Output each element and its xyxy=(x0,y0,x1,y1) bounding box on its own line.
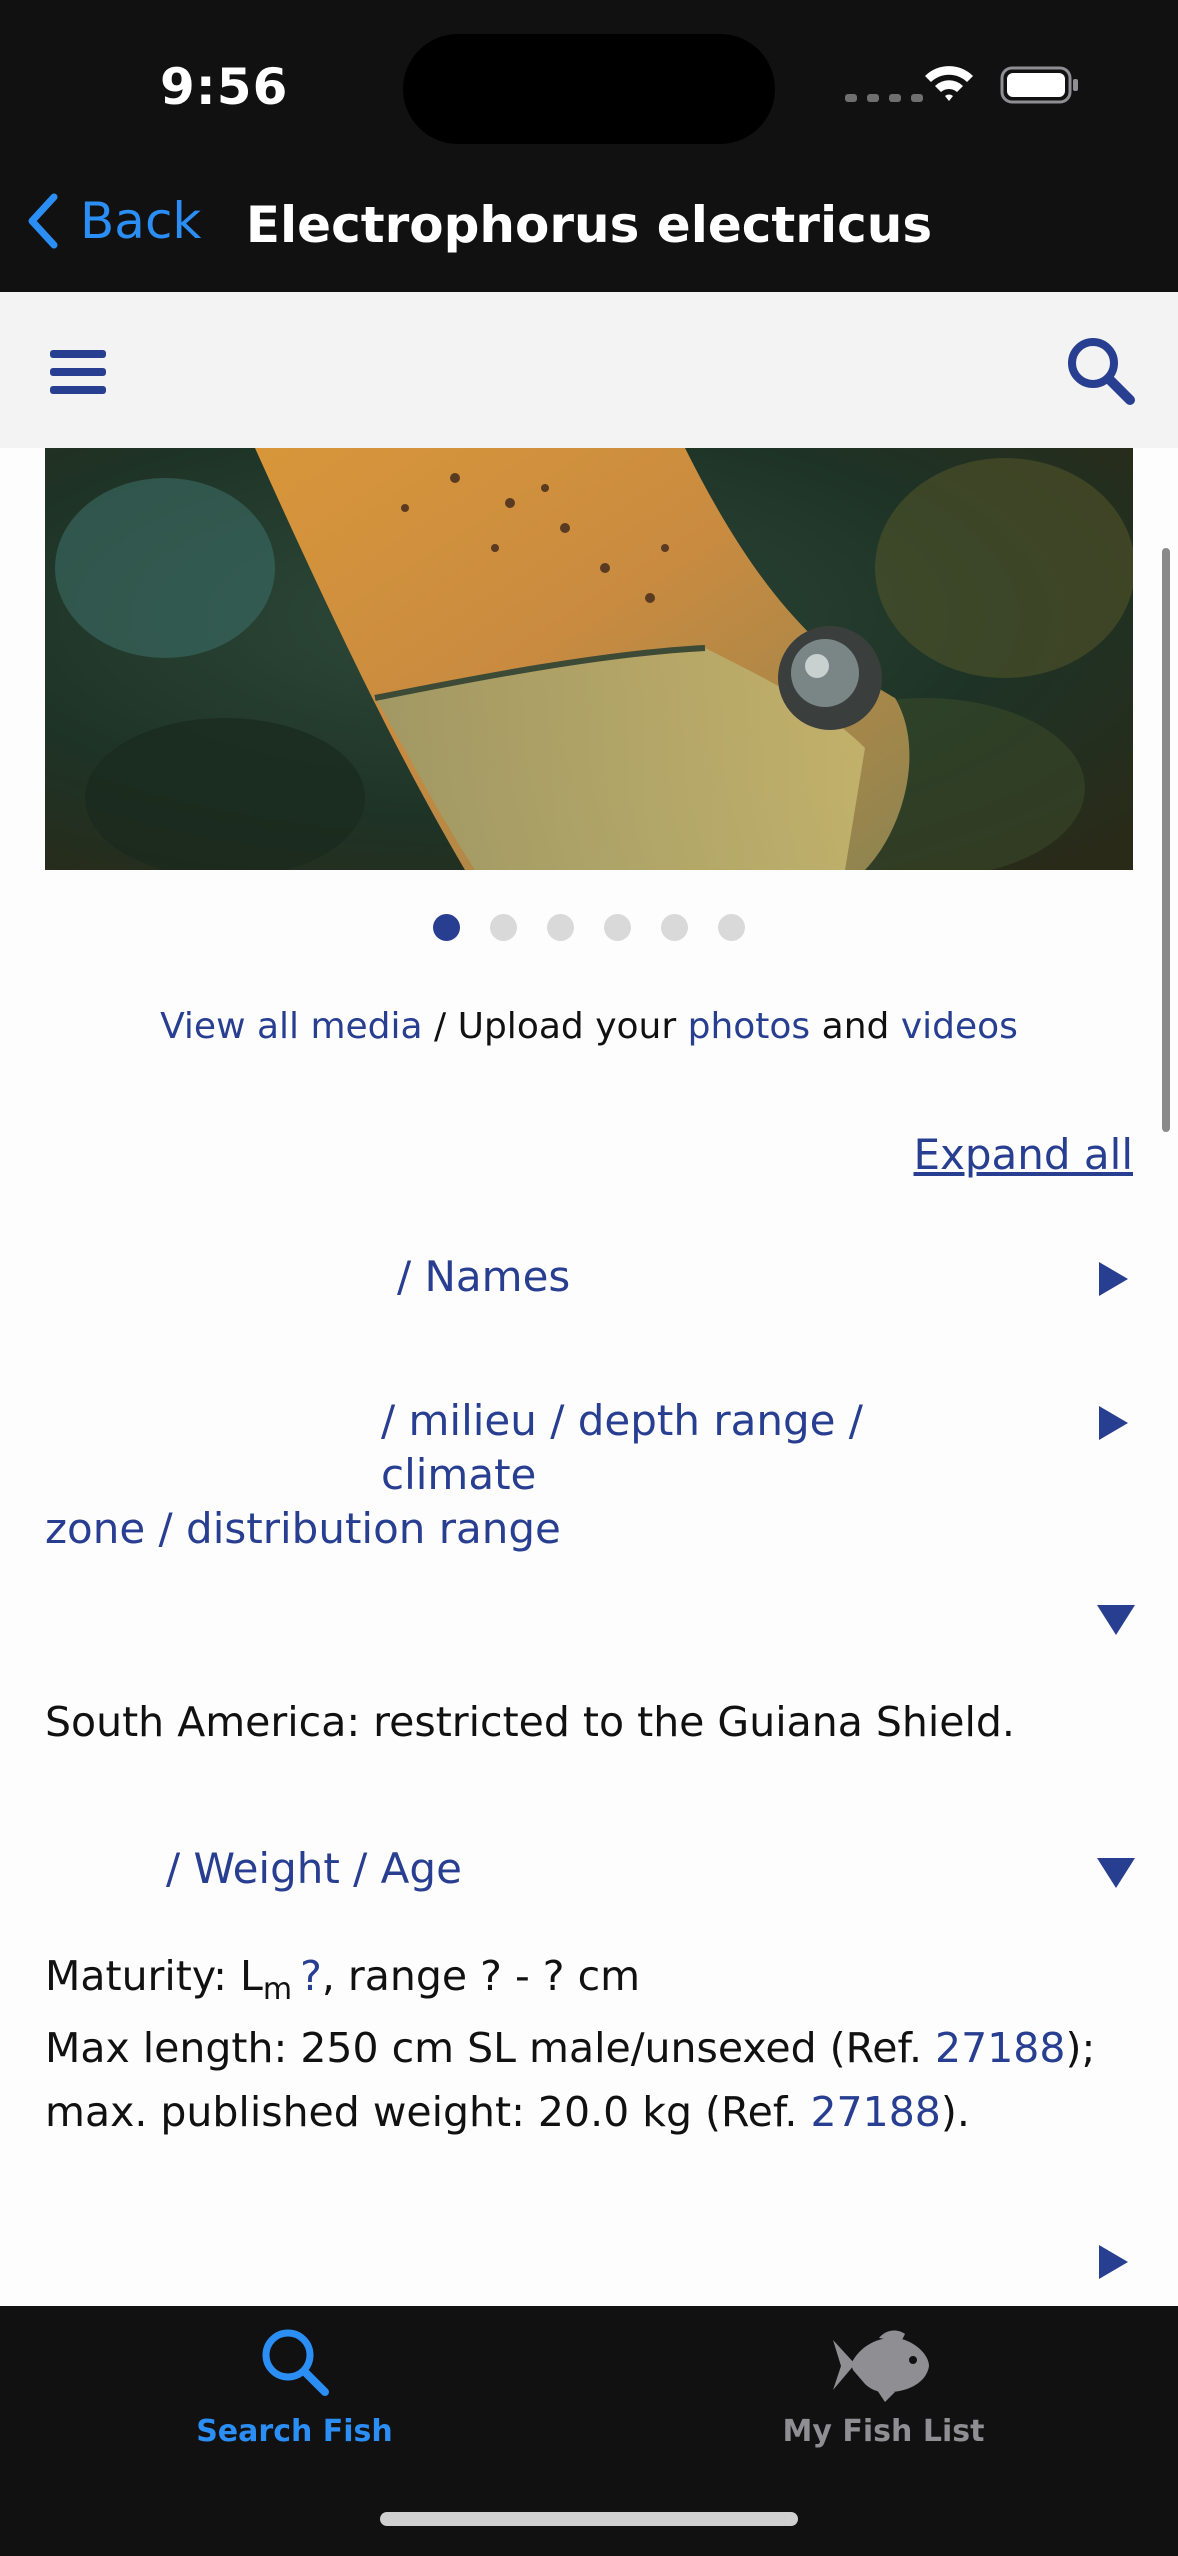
gallery-dot-3[interactable] xyxy=(547,914,574,941)
cellular-signal-icon xyxy=(845,94,923,102)
maturity-link[interactable]: ? xyxy=(292,1952,322,2000)
search-icon xyxy=(262,2329,329,2396)
max-length-suffix: ). xyxy=(940,2088,970,2136)
tab-my-fish-list[interactable]: My Fish List xyxy=(589,2306,1178,2466)
section-size-header[interactable]: / Weight / Age xyxy=(45,1842,1005,1896)
media-and-text: and xyxy=(810,1006,901,1047)
upload-videos-link[interactable]: videos xyxy=(901,1006,1018,1047)
gallery-dot-1[interactable] xyxy=(433,914,460,941)
reference-link-1[interactable]: 27188 xyxy=(935,2024,1065,2072)
gallery-dot-5[interactable] xyxy=(661,914,688,941)
section-environment-header[interactable]: / milieu / depth range / climate zone / … xyxy=(45,1394,1005,1556)
fish-icon xyxy=(833,2330,929,2402)
distribution-text: South America: restricted to the Guiana … xyxy=(45,1698,1015,1746)
home-indicator xyxy=(380,2512,798,2526)
battery-icon xyxy=(1000,66,1080,110)
max-length-prefix: Max length: 250 cm SL male/unsexed (Ref. xyxy=(45,2024,936,2072)
gallery-dot-6[interactable] xyxy=(718,914,745,941)
max-length-text: Max length: 250 cm SL male/unsexed (Ref.… xyxy=(45,2016,1135,2144)
species-content: View all media / Upload your photos and … xyxy=(0,448,1178,2306)
section-size-title: / Weight / Age xyxy=(166,1844,462,1893)
tab-label-search-fish: Search Fish xyxy=(196,2414,393,2449)
tab-search-fish[interactable]: Search Fish xyxy=(0,2306,589,2466)
section-names-header[interactable]: / Names xyxy=(45,1250,1005,1304)
back-button[interactable]: Back xyxy=(24,192,201,250)
wifi-icon xyxy=(923,62,975,106)
gallery-dot-4[interactable] xyxy=(604,914,631,941)
upload-photos-link[interactable]: photos xyxy=(688,1006,811,1047)
toolbar xyxy=(0,292,1178,448)
expand-triangle-icon[interactable] xyxy=(1099,1262,1128,1296)
back-label: Back xyxy=(80,192,202,250)
maturity-subscript: m xyxy=(262,1972,293,2008)
section-environment-title-line2: zone / distribution range xyxy=(45,1504,561,1553)
view-all-media-link[interactable]: View all media xyxy=(160,1006,423,1047)
media-links: View all media / Upload your photos and … xyxy=(0,1006,1178,1047)
tab-label-my-fish-list: My Fish List xyxy=(782,2414,985,2449)
maturity-suffix: , range ? - ? cm xyxy=(321,1952,641,2000)
section-names-title: / Names xyxy=(397,1252,571,1301)
gallery-page-dots xyxy=(0,914,1178,941)
status-time: 9:56 xyxy=(160,58,289,116)
collapse-triangle-icon[interactable] xyxy=(1097,1605,1135,1635)
maturity-prefix: Maturity: L xyxy=(45,1952,263,2000)
maturity-text: Maturity: Lm?, range ? - ? cm xyxy=(45,1944,1135,2022)
expand-triangle-icon[interactable] xyxy=(1099,1406,1128,1440)
search-icon[interactable] xyxy=(1066,336,1136,410)
scrollbar[interactable] xyxy=(1162,548,1170,1132)
collapse-triangle-icon[interactable] xyxy=(1097,1858,1135,1888)
dynamic-island xyxy=(403,34,775,144)
reference-link-2[interactable]: 27188 xyxy=(810,2088,940,2136)
hamburger-menu-icon[interactable] xyxy=(50,348,108,400)
chevron-left-icon xyxy=(28,193,58,249)
media-separator-text: / Upload your xyxy=(422,1006,688,1047)
species-photo[interactable] xyxy=(45,448,1133,870)
expand-all-link[interactable]: Expand all xyxy=(914,1130,1134,1179)
section-environment-title-line1: / milieu / depth range / climate xyxy=(381,1396,863,1499)
gallery-dot-2[interactable] xyxy=(490,914,517,941)
expand-triangle-icon[interactable] xyxy=(1099,2245,1128,2279)
